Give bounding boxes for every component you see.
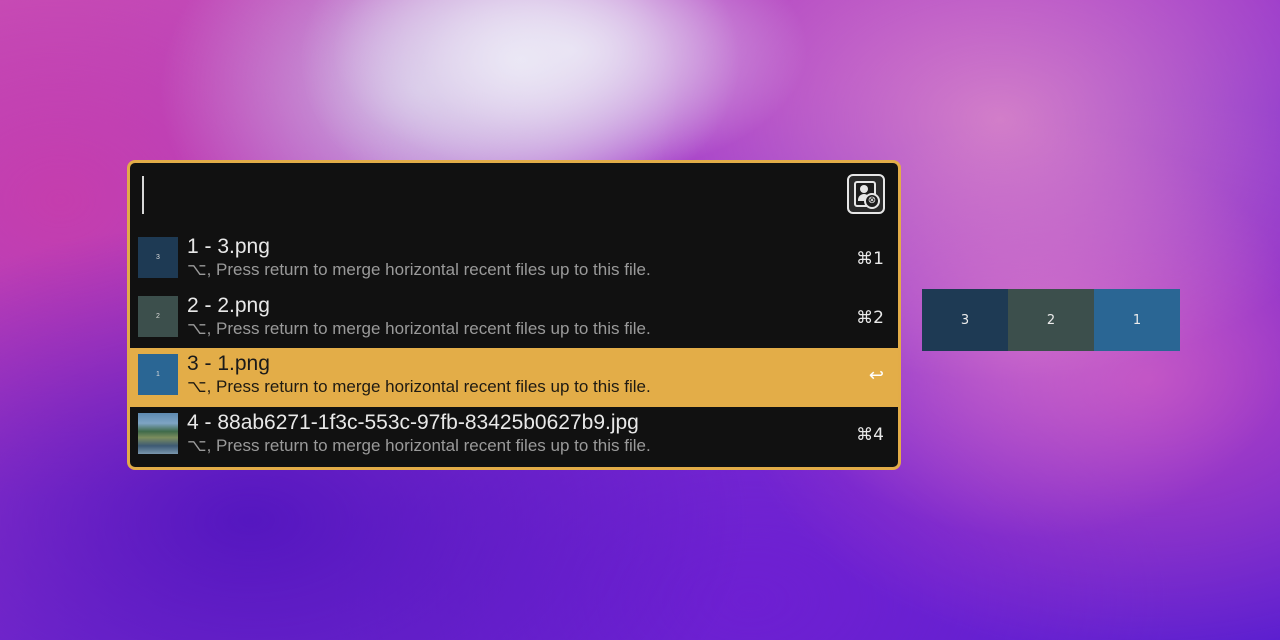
results-list: 3 1 - 3.png ⌥, Press return to merge hor… xyxy=(130,231,898,465)
search-row: ⊗ xyxy=(130,163,898,231)
result-subtitle: ⌥, Press return to merge horizontal rece… xyxy=(187,377,651,396)
result-subtitle: ⌥, Press return to merge horizontal rece… xyxy=(187,435,651,455)
preview-tile: 2 xyxy=(1008,289,1094,351)
result-row[interactable]: 2 2 - 2.png ⌥, Press return to merge hor… xyxy=(130,290,898,349)
result-title: 1 - 3.png xyxy=(187,235,270,258)
result-subtitle: ⌥, Press return to merge horizontal rece… xyxy=(187,318,651,338)
result-shortcut: ⌘4 xyxy=(856,424,884,445)
merge-badge-icon: ⊗ xyxy=(864,193,880,209)
search-input-caret[interactable] xyxy=(142,176,144,214)
result-row-selected[interactable]: 1 3 - 1.png ⌥, Press return to merge hor… xyxy=(130,348,898,407)
result-row[interactable]: 3 1 - 3.png ⌥, Press return to merge hor… xyxy=(130,231,898,290)
result-title: 3 - 1.png xyxy=(187,352,270,375)
result-shortcut: ⌘1 xyxy=(856,249,884,269)
preview-tile: 3 xyxy=(922,289,1008,351)
wallpaper-highlight xyxy=(330,0,810,180)
result-title: 4 - 88ab6271-1f3c-553c-97fb-83425b0627b9… xyxy=(187,410,639,434)
image-merge-app-icon: ⊗ xyxy=(847,174,885,214)
result-shortcut: ⌘2 xyxy=(856,307,884,328)
preview-tile: 1 xyxy=(1094,289,1180,351)
return-key-icon: ↩ xyxy=(868,365,884,386)
person-icon xyxy=(860,185,868,193)
result-subtitle: ⌥, Press return to merge horizontal rece… xyxy=(187,260,651,279)
file-thumbnail-photo xyxy=(138,412,178,454)
file-thumbnail: 2 xyxy=(138,295,178,337)
merged-image-preview: 3 2 1 xyxy=(922,289,1180,351)
result-row[interactable]: 4 - 88ab6271-1f3c-553c-97fb-83425b0627b9… xyxy=(130,407,898,466)
launcher-panel: ⊗ 3 1 - 3.png ⌥, Press return to merge h… xyxy=(127,160,901,470)
result-title: 2 - 2.png xyxy=(187,293,270,317)
file-thumbnail: 3 xyxy=(138,237,178,278)
file-thumbnail: 1 xyxy=(138,354,178,395)
